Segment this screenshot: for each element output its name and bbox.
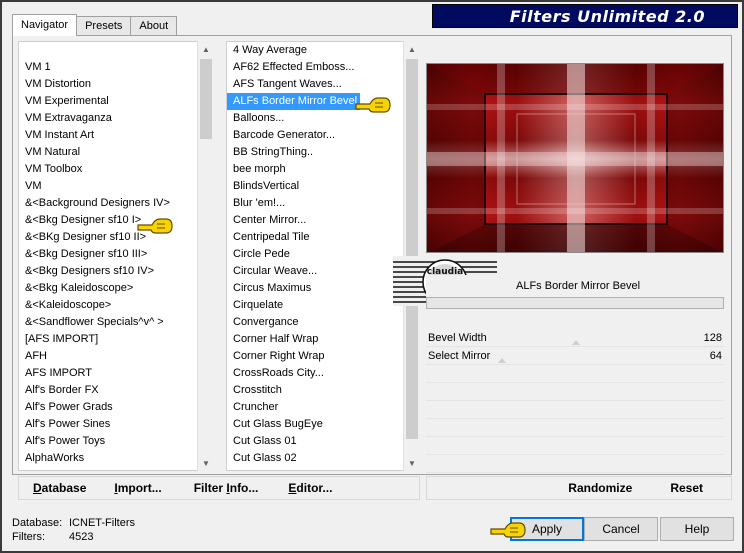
category-list-item[interactable]: &<BKg Designer sf10 II> xyxy=(19,229,213,246)
filter-list-item-selected[interactable]: ALFs Border Mirror Bevel xyxy=(227,93,361,110)
category-list-item[interactable]: &<Kaleidoscope> xyxy=(19,297,213,314)
slider-thumb-icon[interactable] xyxy=(498,358,506,363)
category-list-item[interactable]: &<Bkg Designer sf10 III> xyxy=(19,246,213,263)
category-list-item[interactable]: &<Sandflower Specials^v^ > xyxy=(19,314,213,331)
category-list-item[interactable]: [AFS IMPORT] xyxy=(19,331,213,348)
param-label: Bevel Width xyxy=(428,332,487,344)
category-list-item[interactable]: &<Background Designers IV> xyxy=(19,195,213,212)
filter-list-item[interactable]: Cut Glass BugEye xyxy=(227,416,419,433)
filter-list-item[interactable]: Circle Pede xyxy=(227,246,419,263)
category-list-item[interactable]: VM Distortion xyxy=(19,76,213,93)
filter-list-item[interactable]: Cruncher xyxy=(227,399,419,416)
progress-bar xyxy=(426,297,724,309)
category-scrollbar[interactable]: ▲ ▼ xyxy=(197,41,214,471)
category-list-item[interactable]: VM Instant Art xyxy=(19,127,213,144)
preview-button-bar: Randomize Reset xyxy=(426,476,732,500)
param-value: 128 xyxy=(703,332,722,344)
category-list-item[interactable]: VM Experimental xyxy=(19,93,213,110)
empty-param-row xyxy=(426,365,724,383)
filter-list-item[interactable]: bee morph xyxy=(227,161,419,178)
app-title-banner: Filters Unlimited 2.0 xyxy=(432,4,738,28)
param-value: 64 xyxy=(709,350,722,362)
editor-button[interactable]: Editor... xyxy=(268,481,342,495)
filter-list-item[interactable]: Cut Glass 01 xyxy=(227,433,419,450)
filter-info-button[interactable]: Filter Info... xyxy=(172,481,269,495)
filter-list-item[interactable]: Center Mirror... xyxy=(227,212,419,229)
tab-presets[interactable]: Presets xyxy=(76,16,132,36)
parameter-sliders: Bevel Width 128 Select Mirror 64 xyxy=(426,329,724,473)
empty-param-row xyxy=(426,419,724,437)
param-label: Select Mirror xyxy=(428,350,491,362)
filter-list-item[interactable]: Corner Right Wrap xyxy=(227,348,419,365)
category-list-item[interactable]: Alf's Power Toys xyxy=(19,433,213,450)
reset-button[interactable]: Reset xyxy=(660,481,731,495)
database-button[interactable]: Database xyxy=(19,481,96,495)
filter-list-item[interactable]: AFS Tangent Waves... xyxy=(227,76,419,93)
filter-scroll-thumb[interactable] xyxy=(406,59,418,439)
filters-status-label: Filters: xyxy=(12,531,45,543)
randomize-button[interactable]: Randomize xyxy=(558,481,660,495)
help-button[interactable]: Help xyxy=(660,517,734,541)
database-status-label: Database: xyxy=(12,517,63,529)
category-list-item[interactable]: Alf's Power Grads xyxy=(19,399,213,416)
cancel-button[interactable]: Cancel xyxy=(584,517,658,541)
param-bevel-width[interactable]: Bevel Width 128 xyxy=(426,329,724,347)
category-list-item[interactable]: &<Bkg Designer sf10 I> xyxy=(19,212,213,229)
category-list-item[interactable]: VM 1 xyxy=(19,59,213,76)
pointing-hand-icon xyxy=(490,522,526,538)
category-list-item[interactable]: AFH xyxy=(19,348,213,365)
filter-list-item[interactable]: BB StringThing.. xyxy=(227,144,419,161)
preview-pattern xyxy=(427,64,723,252)
scroll-down-arrow-icon[interactable]: ▼ xyxy=(404,455,420,471)
filter-list-item[interactable]: Cut Glass 02 xyxy=(227,450,419,467)
category-list-item[interactable]: &<Bkg Kaleidoscope> xyxy=(19,280,213,297)
category-scroll-thumb[interactable] xyxy=(200,59,212,139)
filter-list-item[interactable]: 4 Way Average xyxy=(227,42,419,59)
status-area: Database: ICNET-Filters Filters: 4523 xyxy=(12,516,135,544)
filter-list-item[interactable]: Blur 'em!... xyxy=(227,195,419,212)
filter-list-item[interactable]: CrossRoads City... xyxy=(227,365,419,382)
navigator-button-bar: Database Import... Filter Info... Editor… xyxy=(18,476,420,500)
selected-filter-name: ALFs Border Mirror Bevel xyxy=(426,275,724,297)
empty-param-row xyxy=(426,401,724,419)
empty-param-row xyxy=(426,437,724,455)
category-list-item[interactable]: Alf's Power Sines xyxy=(19,416,213,433)
scroll-up-arrow-icon[interactable]: ▲ xyxy=(198,41,214,57)
category-list-item[interactable]: AlphaWorks xyxy=(19,450,213,467)
import-button[interactable]: Import... xyxy=(96,481,171,495)
pointing-hand-icon xyxy=(137,218,173,234)
app-title: Filters Unlimited 2.0 xyxy=(509,6,705,26)
scroll-up-arrow-icon[interactable]: ▲ xyxy=(404,41,420,57)
filter-list-item[interactable]: Corner Half Wrap xyxy=(227,331,419,348)
filter-preview-image xyxy=(426,63,724,253)
param-select-mirror[interactable]: Select Mirror 64 xyxy=(426,347,724,365)
filter-list-item[interactable]: Barcode Generator... xyxy=(227,127,419,144)
tab-about[interactable]: About xyxy=(130,16,178,36)
filter-list-item[interactable]: Circus Maximus xyxy=(227,280,419,297)
category-list-item[interactable]: VM xyxy=(19,178,213,195)
filter-list-item[interactable]: Convergance xyxy=(227,314,419,331)
category-list-item[interactable]: &<Bkg Designers sf10 IV> xyxy=(19,263,213,280)
filter-list-item[interactable]: Crosstitch xyxy=(227,382,419,399)
scroll-down-arrow-icon[interactable]: ▼ xyxy=(198,455,214,471)
empty-param-row xyxy=(426,383,724,401)
slider-thumb-icon[interactable] xyxy=(572,340,580,345)
filter-list-item[interactable]: Centripedal Tile xyxy=(227,229,419,246)
filter-list-item[interactable]: BlindsVertical xyxy=(227,178,419,195)
category-list[interactable]: VM 1 VM Distortion VM Experimental VM Extra… xyxy=(18,41,214,471)
category-list-item[interactable]: VM Extravaganza xyxy=(19,110,213,127)
category-list-item[interactable]: VM Natural xyxy=(19,144,213,161)
database-status-value: ICNET-Filters xyxy=(69,517,135,529)
category-list-item[interactable]: AFS IMPORT xyxy=(19,365,213,382)
filter-list-item[interactable]: AF62 Effected Emboss... xyxy=(227,59,419,76)
empty-param-row xyxy=(426,455,724,473)
filters-status-value: 4523 xyxy=(69,531,94,543)
filter-list-item[interactable]: Cirquelate xyxy=(227,297,419,314)
tab-bar: Navigator Presets About xyxy=(12,14,178,36)
category-list-item[interactable]: VM Toolbox xyxy=(19,161,213,178)
filter-list-item[interactable]: Circular Weave... xyxy=(227,263,419,280)
pointing-hand-icon xyxy=(355,97,391,113)
category-list-item[interactable]: Alf's Border FX xyxy=(19,382,213,399)
tab-navigator[interactable]: Navigator xyxy=(12,14,78,36)
